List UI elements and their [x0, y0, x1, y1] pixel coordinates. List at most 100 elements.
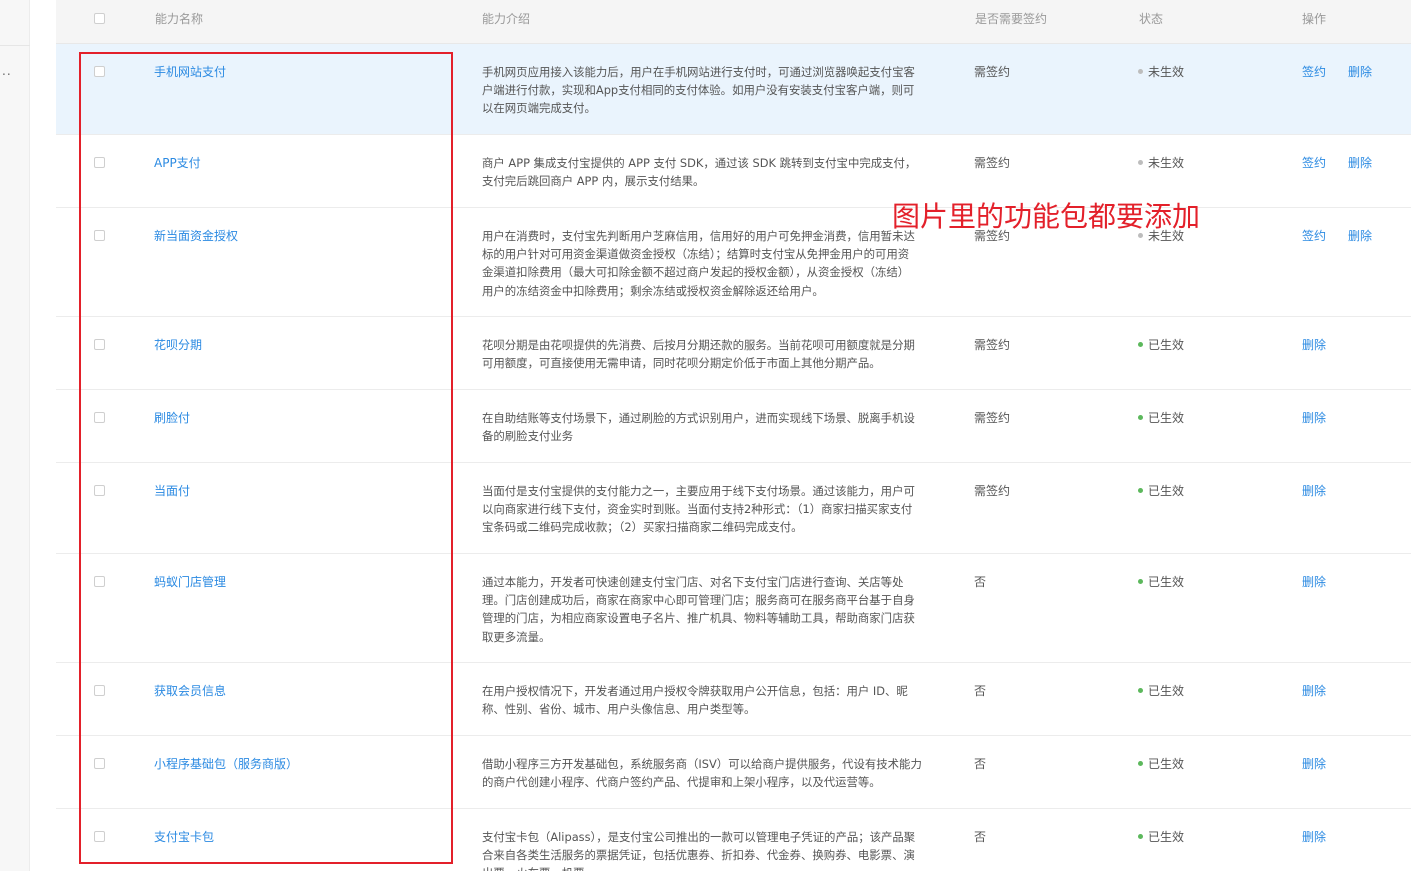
status-badge: 已生效 [1138, 409, 1184, 426]
capability-name-link[interactable]: APP支付 [154, 154, 201, 171]
gutter [30, 0, 56, 871]
status-text: 已生效 [1148, 830, 1185, 844]
description-line: 理。门店创建成功后，商家在商家中心即可管理门店；服务商可在服务商平台基于自身 [482, 593, 915, 608]
sidebar-ellipsis[interactable]: .. [2, 64, 12, 78]
table-row: 小程序基础包（服务商版） 借助小程序三方开发基础包，系统服务商（ISV）可以给商户… [56, 736, 1411, 809]
table-header: 能力名称 能力介绍 是否需要签约 状态 操作 [56, 0, 1411, 44]
table-row: 刷脸付 在自助结账等支付场景下，通过刷脸的方式识别用户，进而实现线下场景、脱离手机… [56, 390, 1411, 463]
row-checkbox[interactable] [94, 831, 105, 842]
status-text: 已生效 [1148, 338, 1185, 352]
capability-name-link[interactable]: 花呗分期 [154, 336, 202, 353]
delete-button[interactable]: 删除 [1302, 682, 1326, 699]
sign-required-value: 需签约 [974, 156, 1011, 170]
status-dot-icon [1138, 415, 1143, 420]
delete-button[interactable]: 删除 [1348, 154, 1372, 171]
status-text: 未生效 [1148, 156, 1185, 170]
description-line: 可用额度，可直接使用无需申请，同时花呗分期定价低于市面上其他分期产品。 [482, 356, 881, 371]
description-line: 当面付是支付宝提供的支付能力之一，主要应用于线下支付场景。通过该能力，用户可 [482, 484, 915, 498]
table-row: 蚂蚁门店管理 通过本能力，开发者可快速创建支付宝门店、对名下支付宝门店进行查询、关… [56, 554, 1411, 663]
sign-required-value: 否 [974, 575, 987, 589]
description-line: 手机网页应用接入该能力后，用户在手机网站进行支付时，可通过浏览器唤起支付宝客 [482, 65, 915, 79]
description-line: 合来自各类生活服务的票据凭证，包括优惠券、折扣券、代金券、换购券、电影票、演 [482, 848, 915, 863]
description-line: 取更多流量。 [482, 629, 551, 644]
delete-button[interactable]: 删除 [1302, 828, 1326, 845]
page: .. 能力名称 能力介绍 是否需要签约 状态 操作 手机网站支付 手机网页应用接入… [0, 0, 1411, 871]
capability-description: 商户 APP 集成支付宝提供的 APP 支付 SDK，通过该 SDK 跳转到支付… [482, 154, 948, 190]
delete-button[interactable]: 删除 [1348, 63, 1372, 80]
delete-button[interactable]: 删除 [1302, 336, 1326, 353]
capability-description: 当面付是支付宝提供的支付能力之一，主要应用于线下支付场景。通过该能力，用户可 以向… [482, 482, 948, 537]
capability-description: 在用户授权情况下，开发者通过用户授权令牌获取用户公开信息，包括：用户 ID、昵称… [482, 682, 948, 718]
sign-required-value: 否 [974, 830, 987, 844]
capability-name-link[interactable]: 新当面资金授权 [154, 227, 238, 244]
capability-name-link[interactable]: 当面付 [154, 482, 190, 499]
status-dot-icon [1138, 488, 1143, 493]
row-checkbox[interactable] [94, 66, 105, 77]
capability-name-link[interactable]: 手机网站支付 [154, 63, 226, 80]
status-dot-icon [1138, 160, 1143, 165]
description-line: 商户 APP 集成支付宝提供的 APP 支付 SDK，通过该 SDK 跳转到支付… [482, 156, 917, 170]
sign-required-value: 需签约 [974, 484, 1011, 498]
status-badge: 已生效 [1138, 828, 1184, 845]
table-row: APP支付 商户 APP 集成支付宝提供的 APP 支付 SDK，通过该 SDK … [56, 135, 1411, 208]
description-line: 通过本能力，开发者可快速创建支付宝门店、对名下支付宝门店进行查询、关店等处 [482, 575, 904, 589]
row-checkbox[interactable] [94, 412, 105, 423]
capability-name-link[interactable]: 支付宝卡包 [154, 828, 214, 845]
sign-required-value: 需签约 [974, 338, 1011, 352]
sign-button[interactable]: 签约 [1302, 63, 1326, 80]
sign-button[interactable]: 签约 [1302, 154, 1326, 171]
description-line: 花呗分期是由花呗提供的先消费、后按月分期还款的服务。当前花呗可用额度就是分期 [482, 338, 915, 352]
status-dot-icon [1138, 69, 1143, 74]
description-line: 出票、火车票、机票 [482, 864, 948, 871]
description-line: 金渠道扣除费用（最大可扣除金额不超过商户发起的授权金额），从资金授权（冻结） [482, 265, 910, 280]
status-badge: 已生效 [1138, 573, 1184, 590]
description-line: 支付完后跳回商户 APP 内，展示支付结果。 [482, 174, 705, 189]
delete-button[interactable]: 删除 [1348, 227, 1372, 244]
description-line: 标的用户针对可用资金渠道做资金授权（冻结）；结算时支付宝从免押金用户的可用资 [482, 247, 910, 262]
row-checkbox[interactable] [94, 758, 105, 769]
capability-name-link[interactable]: 蚂蚁门店管理 [154, 573, 226, 590]
sign-button[interactable]: 签约 [1302, 227, 1326, 244]
delete-button[interactable]: 删除 [1302, 755, 1326, 772]
table-row: 支付宝卡包 支付宝卡包（Alipass），是支付宝公司推出的一款可以管理电子凭证的… [56, 809, 1411, 871]
table-row: 当面付 当面付是支付宝提供的支付能力之一，主要应用于线下支付场景。通过该能力，用户… [56, 463, 1411, 554]
status-badge: 已生效 [1138, 755, 1184, 772]
header-status: 状态 [1139, 12, 1164, 26]
capability-name-link[interactable]: 刷脸付 [154, 409, 190, 426]
capability-description: 在自助结账等支付场景下，通过刷脸的方式识别用户，进而实现线下场景、脱离手机设 备的… [482, 409, 948, 445]
table-row: 新当面资金授权 用户在消费时，支付宝先判断用户芝麻信用，信用好的用户可免押金消费，… [56, 208, 1411, 317]
table-row: 获取会员信息 在用户授权情况下，开发者通过用户授权令牌获取用户公开信息，包括：用户… [56, 663, 1411, 736]
description-line: 的商户代创建小程序、代商户签约产品、代提审和上架小程序，以及代运营等。 [482, 775, 881, 790]
capability-table: 能力名称 能力介绍 是否需要签约 状态 操作 手机网站支付 手机网页应用接入该能力… [56, 0, 1411, 871]
description-line: 宝条码或二维码完成收款；（2）买家扫描商家二维码完成支付。 [482, 520, 803, 535]
row-checkbox[interactable] [94, 576, 105, 587]
table-row: 手机网站支付 手机网页应用接入该能力后，用户在手机网站进行支付时，可通过浏览器唤起… [56, 44, 1411, 135]
select-all-checkbox[interactable] [94, 13, 105, 24]
status-dot-icon [1138, 342, 1143, 347]
capability-description: 借助小程序三方开发基础包，系统服务商（ISV）可以给商户提供服务，代设有技术能力… [482, 755, 948, 791]
left-sidebar-strip: .. [0, 0, 30, 871]
capability-name-link[interactable]: 获取会员信息 [154, 682, 226, 699]
row-checkbox[interactable] [94, 339, 105, 350]
sign-required-value: 否 [974, 684, 987, 698]
header-description: 能力介绍 [482, 12, 531, 26]
status-badge: 已生效 [1138, 482, 1184, 499]
description-line: 用户的冻结资金中扣除费用；剩余冻结或授权资金解除返还给用户。 [482, 283, 824, 298]
delete-button[interactable]: 删除 [1302, 573, 1326, 590]
description-line: 以向商家进行线下支付，资金实时到账。当面付支持2种形式：（1）商家扫描买家支付 [482, 502, 913, 517]
delete-button[interactable]: 删除 [1302, 482, 1326, 499]
capability-description: 手机网页应用接入该能力后，用户在手机网站进行支付时，可通过浏览器唤起支付宝客 户端… [482, 63, 948, 118]
capability-name-link[interactable]: 小程序基础包（服务商版） [154, 755, 298, 772]
row-checkbox[interactable] [94, 685, 105, 696]
capability-description: 通过本能力，开发者可快速创建支付宝门店、对名下支付宝门店进行查询、关店等处 理。门… [482, 573, 948, 646]
row-checkbox[interactable] [94, 157, 105, 168]
status-text: 未生效 [1148, 65, 1185, 79]
status-dot-icon [1138, 688, 1143, 693]
row-checkbox[interactable] [94, 230, 105, 241]
description-line: 称、性别、省份、城市、用户头像信息、用户类型等。 [482, 702, 756, 717]
row-checkbox[interactable] [94, 485, 105, 496]
status-badge: 未生效 [1138, 63, 1184, 80]
delete-button[interactable]: 删除 [1302, 409, 1326, 426]
status-dot-icon [1138, 834, 1143, 839]
description-line: 在自助结账等支付场景下，通过刷脸的方式识别用户，进而实现线下场景、脱离手机设 [482, 411, 915, 425]
